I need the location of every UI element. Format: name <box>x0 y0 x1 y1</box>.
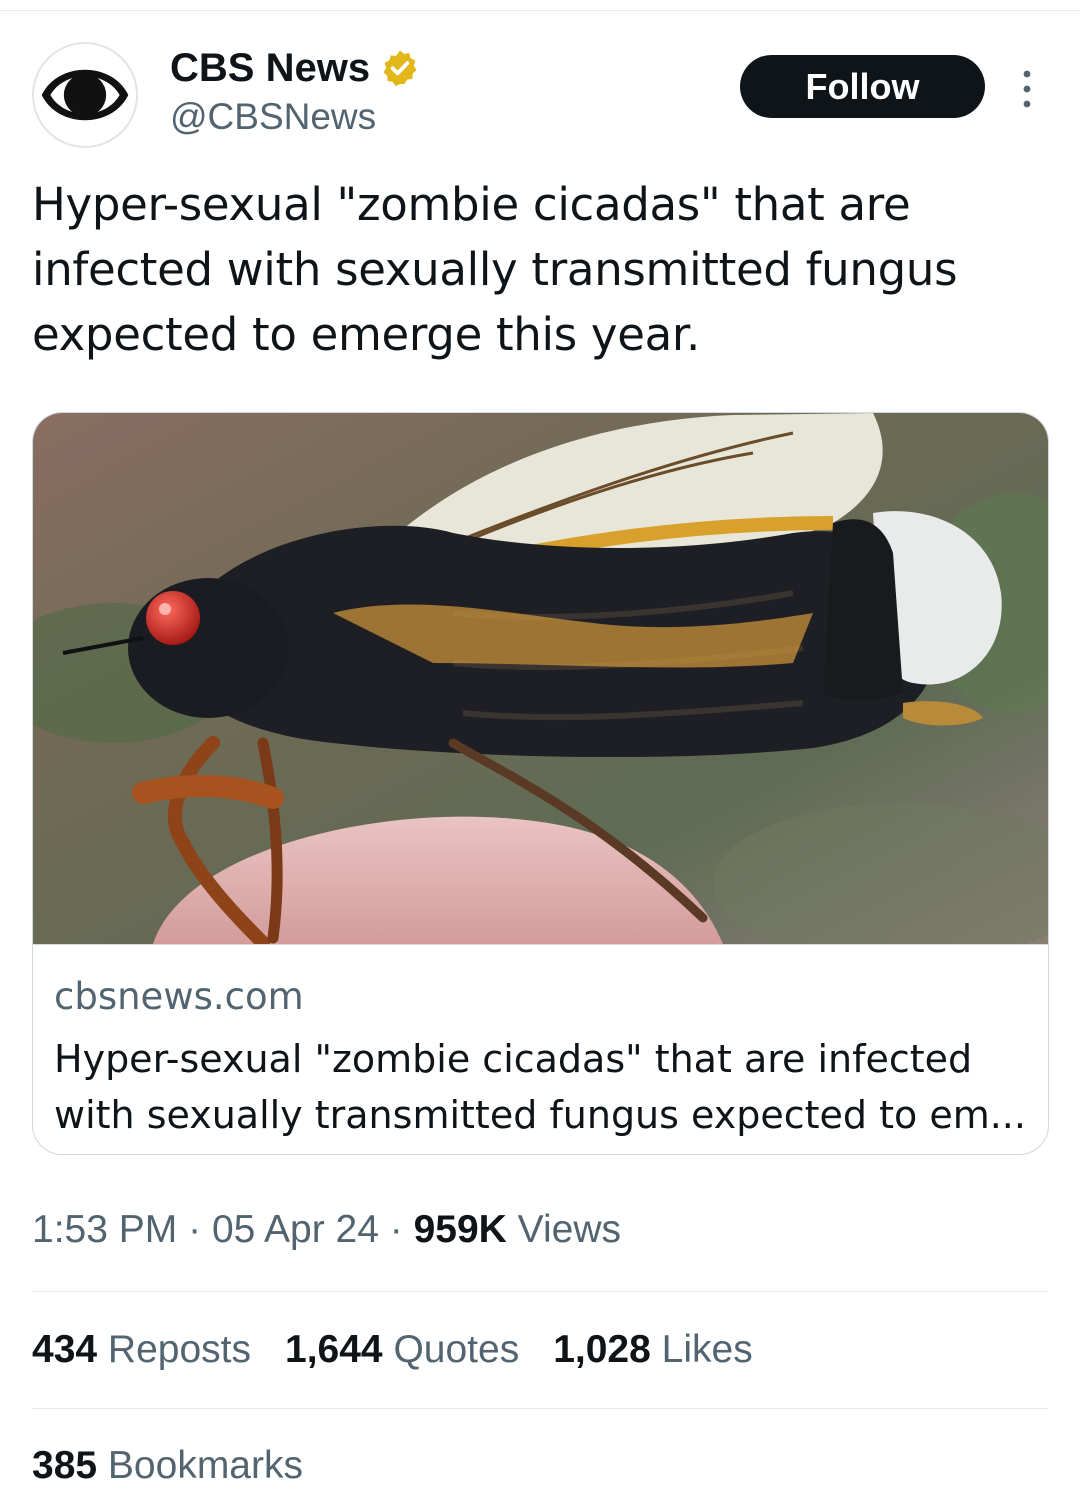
bookmarks-stat[interactable]: 385 Bookmarks <box>32 1444 303 1488</box>
views-label: Views <box>517 1208 621 1251</box>
divider <box>32 1408 1048 1409</box>
likes-stat[interactable]: 1,028 Likes <box>553 1328 753 1372</box>
bookmarks-count: 385 <box>32 1444 98 1487</box>
reposts-label: Reposts <box>107 1328 251 1371</box>
bookmarks-label: Bookmarks <box>107 1444 303 1487</box>
link-domain: cbsnews.com <box>54 975 304 1018</box>
verified-badge-icon[interactable] <box>380 48 420 88</box>
likes-count: 1,028 <box>553 1328 651 1371</box>
likes-label: Likes <box>661 1328 753 1371</box>
tweet-time[interactable]: 1:53 PM <box>32 1208 177 1251</box>
quotes-stat[interactable]: 1,644 Quotes <box>285 1328 519 1372</box>
follow-button[interactable]: Follow <box>740 55 985 118</box>
reposts-stat[interactable]: 434 Reposts <box>32 1328 251 1372</box>
meta-separator: · <box>188 1208 202 1251</box>
engagement-stats: 434 Reposts 1,644 Quotes 1,028 Likes <box>32 1328 787 1372</box>
display-name[interactable]: CBS News <box>170 46 370 91</box>
display-name-row: CBS News <box>170 44 420 92</box>
account-handle[interactable]: @CBSNews <box>170 96 420 138</box>
link-preview-card[interactable]: cbsnews.com Hyper-sexual "zombie cicadas… <box>32 412 1049 1155</box>
tweet-date[interactable]: 05 Apr 24 <box>212 1208 379 1251</box>
tweet-text: Hyper-sexual "zombie cicadas" that are i… <box>32 178 958 361</box>
link-title: Hyper-sexual "zombie cicadas" that are i… <box>54 1037 1026 1137</box>
tweet-header: CBS News @CBSNews Follow <box>32 40 1048 152</box>
more-vertical-icon[interactable] <box>1012 66 1042 112</box>
cicada-photo[interactable] <box>33 413 1049 944</box>
link-preview-body[interactable]: cbsnews.com Hyper-sexual "zombie cicadas… <box>33 944 1048 1154</box>
tweet-meta: 1:53 PM · 05 Apr 24 · 959K Views <box>32 1208 621 1252</box>
account-names: CBS News @CBSNews <box>170 44 420 138</box>
top-divider <box>0 10 1080 11</box>
cbs-eye-logo-avatar[interactable] <box>32 42 138 148</box>
quotes-count: 1,644 <box>285 1328 383 1371</box>
reposts-count: 434 <box>32 1328 98 1371</box>
quotes-label: Quotes <box>393 1328 520 1371</box>
views-count: 959K <box>413 1208 507 1251</box>
meta-separator: · <box>389 1208 403 1251</box>
divider <box>32 1291 1048 1292</box>
